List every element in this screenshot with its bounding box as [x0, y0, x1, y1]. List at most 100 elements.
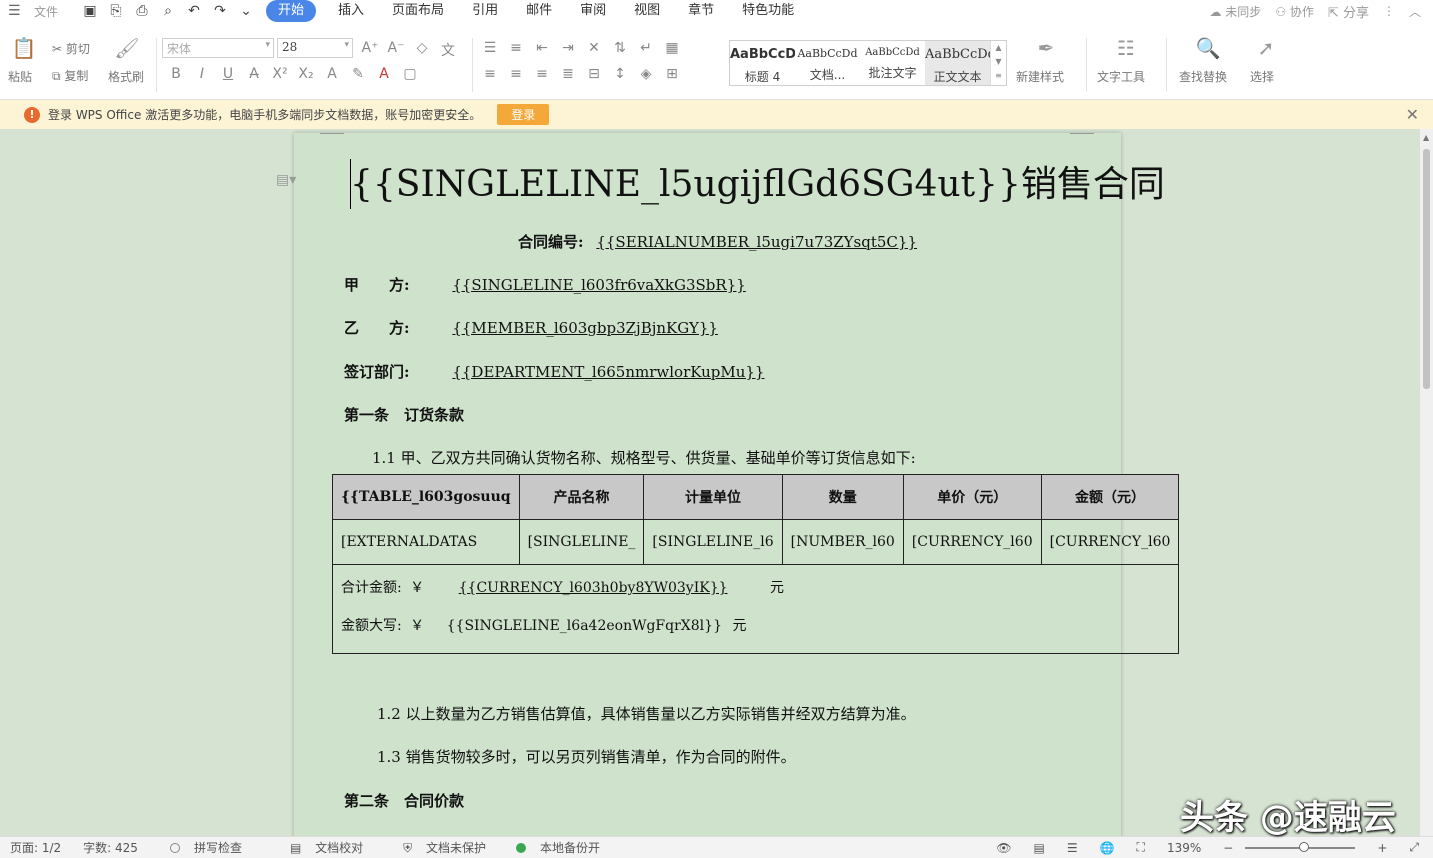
- chevron-down-icon[interactable]: ▼: [991, 55, 1006, 69]
- chinese-layout-icon[interactable]: ✕: [584, 40, 604, 56]
- undo-icon[interactable]: ↶: [184, 3, 204, 19]
- zoom-level[interactable]: 139%: [1167, 841, 1201, 855]
- outline-view-icon[interactable]: ☰: [1067, 841, 1078, 855]
- table-header-cell[interactable]: 单价（元）: [902, 474, 1042, 520]
- align-center-icon[interactable]: ≡: [506, 66, 526, 82]
- phonetic-icon[interactable]: 文: [438, 40, 458, 60]
- table-border-icon[interactable]: ▦: [662, 40, 682, 56]
- show-marks-icon[interactable]: ↵: [636, 40, 656, 56]
- text-tools-button[interactable]: 文字工具: [1097, 68, 1145, 85]
- cut-button[interactable]: ✂ 剪切: [52, 40, 90, 57]
- align-right-icon[interactable]: ≡: [532, 66, 552, 82]
- style-document[interactable]: AaBbCcDd 文档...: [795, 41, 860, 85]
- tab-review[interactable]: 审阅: [566, 0, 620, 22]
- collab-button[interactable]: ⚇ 协作: [1275, 3, 1314, 20]
- document-title[interactable]: {{SINGLELINE_l5ugijflGd6SG4ut}}销售合同: [350, 155, 1165, 209]
- save-icon[interactable]: ▣: [80, 3, 100, 19]
- zoom-out-icon[interactable]: −: [1223, 841, 1233, 855]
- article-1-heading[interactable]: 第一条 订货条款: [344, 404, 464, 425]
- zoom-slider-knob[interactable]: [1299, 841, 1310, 852]
- zoom-slider[interactable]: [1245, 841, 1356, 852]
- format-painter-button[interactable]: 格式刷: [108, 68, 144, 85]
- clause-1-2[interactable]: 1.2 以上数量为乙方销售估算值，具体销售量以乙方实际销售并经双方结算为准。: [377, 703, 916, 724]
- document-page[interactable]: {{SINGLELINE_l5ugijflGd6SG4ut}}销售合同 合同编号…: [294, 133, 1180, 836]
- style-body-text[interactable]: AaBbCcDd 正文文本: [925, 41, 990, 85]
- table-cell[interactable]: [CURRENCY_l60: [902, 519, 1042, 565]
- clause-1-1[interactable]: 1.1 甲、乙双方共同确认货物名称、规格型号、供货量、基础单价等订货信息如下:: [372, 447, 916, 468]
- subscript-icon[interactable]: X₂: [296, 66, 316, 82]
- grow-font-icon[interactable]: A⁺: [360, 40, 380, 60]
- fullscreen-icon[interactable]: ⤢: [1409, 840, 1419, 855]
- party-b-line[interactable]: 乙 方: {{MEMBER_l603gbp3ZjBjnKGY}}: [344, 317, 776, 338]
- print-icon[interactable]: ⎙: [132, 3, 152, 19]
- text-effect-icon[interactable]: A: [322, 66, 342, 82]
- superscript-icon[interactable]: X²: [270, 66, 290, 82]
- line-spacing-icon[interactable]: ↕: [610, 66, 630, 82]
- page-view-icon[interactable]: ▤: [1033, 841, 1044, 855]
- char-border-icon[interactable]: ▢: [400, 66, 420, 82]
- table-total-cell[interactable]: 合计金额: ￥ {{CURRENCY_l603h0by8YW03yIK}} 元 …: [331, 564, 1180, 654]
- style-comment-text[interactable]: AaBbCcDd 批注文字: [860, 41, 925, 85]
- expand-icon[interactable]: ≡: [991, 69, 1006, 83]
- select-button[interactable]: 选择: [1250, 68, 1274, 85]
- tab-references[interactable]: 引用: [458, 0, 512, 22]
- web-view-icon[interactable]: 🌐: [1100, 841, 1115, 855]
- justify-icon[interactable]: ≣: [558, 66, 578, 82]
- format-painter-icon[interactable]: 🖌: [111, 36, 143, 60]
- new-style-button[interactable]: 新建样式: [1016, 68, 1064, 85]
- print-preview-icon[interactable]: ⌕: [158, 3, 178, 19]
- tab-view[interactable]: 视图: [620, 0, 674, 22]
- select-cursor-icon[interactable]: ➚: [1250, 36, 1282, 60]
- menu-icon[interactable]: ☰: [8, 3, 24, 19]
- table-header-cell[interactable]: 产品名称: [518, 474, 645, 520]
- tab-features[interactable]: 特色功能: [728, 0, 808, 22]
- close-icon[interactable]: ✕: [1406, 105, 1419, 124]
- page-nav-icon[interactable]: ▤▾: [276, 172, 296, 188]
- bold-icon[interactable]: B: [166, 66, 186, 82]
- clear-format-icon[interactable]: ◇: [412, 40, 432, 60]
- tab-mailings[interactable]: 邮件: [512, 0, 566, 22]
- increase-indent-icon[interactable]: ⇥: [558, 40, 578, 56]
- table-cell[interactable]: [EXTERNALDATAS: [332, 519, 520, 565]
- text-tools-icon[interactable]: ☷: [1110, 36, 1142, 60]
- tab-home[interactable]: 开始: [266, 0, 317, 22]
- page-indicator[interactable]: 页面: 1/2: [10, 839, 61, 856]
- table-header-cell[interactable]: 计量单位: [643, 474, 783, 520]
- contract-number-line[interactable]: 合同编号: {{SERIALNUMBER_l5ugi7u73ZYsqt5C}}: [518, 231, 917, 252]
- order-table[interactable]: {{TABLE_l603gosuuq 产品名称 计量单位 数量 单价（元） 金额…: [331, 474, 1180, 654]
- style-heading-4[interactable]: AaBbCcDd 标题 4: [730, 41, 795, 85]
- tab-section[interactable]: 章节: [674, 0, 728, 22]
- paste-button[interactable]: 粘贴: [8, 68, 32, 85]
- find-replace-icon[interactable]: 🔍: [1192, 36, 1224, 60]
- scrollbar-thumb[interactable]: [1423, 149, 1430, 389]
- party-a-line[interactable]: 甲 方: {{SINGLELINE_l603fr6vaXkG3SbR}}: [344, 274, 764, 295]
- clause-1-3[interactable]: 1.3 销售货物较多时，可以另页列销售清单，作为合同的附件。: [377, 746, 796, 767]
- borders-icon[interactable]: ⊞: [662, 66, 682, 82]
- underline-icon[interactable]: U: [218, 66, 238, 82]
- more-icon[interactable]: ⋮: [1383, 4, 1395, 18]
- font-name-select[interactable]: 宋体 ▾: [162, 38, 274, 58]
- table-cell[interactable]: [SINGLELINE_: [518, 519, 645, 565]
- tab-page-layout[interactable]: 页面布局: [378, 0, 458, 22]
- eye-protect-icon[interactable]: 👁: [996, 841, 1011, 855]
- table-cell[interactable]: [CURRENCY_l60: [1040, 519, 1180, 565]
- shading-icon[interactable]: ◈: [636, 66, 656, 82]
- shrink-font-icon[interactable]: A⁻: [386, 40, 406, 60]
- font-size-select[interactable]: 28 ▾: [277, 38, 353, 58]
- style-gallery-scroll[interactable]: ▲ ▼ ≡: [990, 41, 1006, 85]
- redo-icon[interactable]: ↷: [210, 3, 230, 19]
- share-button[interactable]: ⇱ 分享: [1328, 2, 1369, 21]
- collapse-ribbon-icon[interactable]: ︿: [1409, 3, 1421, 20]
- proofread-button[interactable]: ▤ 文档校对: [280, 839, 363, 856]
- zoom-in-icon[interactable]: +: [1377, 841, 1387, 855]
- distributed-icon[interactable]: ⊟: [584, 66, 604, 82]
- find-replace-button[interactable]: 查找替换: [1179, 68, 1227, 85]
- customize-dropdown-icon[interactable]: ⌄: [236, 3, 256, 19]
- bullets-icon[interactable]: ☰: [480, 40, 500, 56]
- paste-icon[interactable]: 📋: [8, 36, 40, 60]
- new-style-icon[interactable]: ✒: [1030, 36, 1062, 60]
- export-pdf-icon[interactable]: ⎘: [106, 3, 126, 19]
- copy-button[interactable]: ⧉ 复制: [52, 67, 88, 84]
- scroll-up-icon[interactable]: ▲: [1423, 133, 1429, 142]
- align-left-icon[interactable]: ≡: [480, 66, 500, 82]
